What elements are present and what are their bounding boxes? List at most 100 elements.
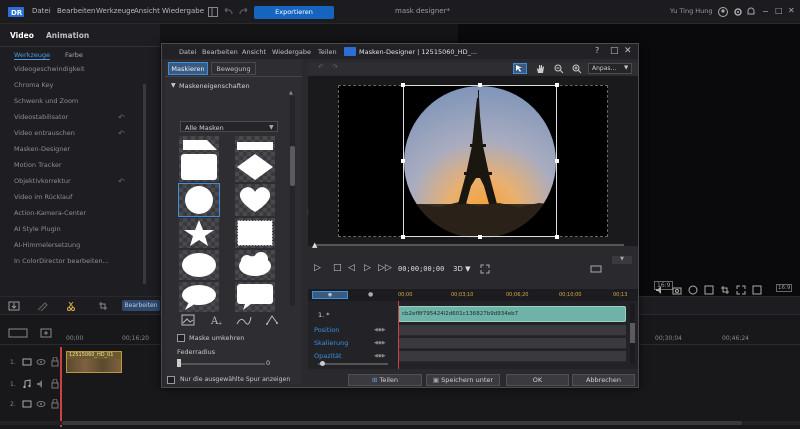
detach-icon[interactable]: [752, 285, 762, 295]
resize-handle[interactable]: [555, 159, 559, 163]
cancel-button[interactable]: Abbrechen: [572, 374, 635, 386]
visibility-icon[interactable]: [36, 357, 46, 367]
layout-icon[interactable]: [208, 7, 218, 17]
expand-keyframes-icon[interactable]: ▼: [612, 256, 632, 264]
keyframe-nav-icon[interactable]: ◀◆▶: [374, 327, 386, 333]
only-selected-checkbox[interactable]: [167, 376, 175, 384]
prop-opacity[interactable]: Opazität: [314, 352, 342, 360]
feather-slider[interactable]: [179, 363, 265, 365]
mask-shape-cloud[interactable]: [235, 250, 275, 280]
visibility-icon[interactable]: [36, 399, 46, 409]
mask-shape-star[interactable]: [179, 218, 219, 248]
settings-icon[interactable]: [733, 6, 743, 17]
account-icon[interactable]: [718, 6, 728, 17]
mask-shape-speech-bubble[interactable]: [235, 282, 275, 312]
zoom-out-icon[interactable]: [553, 63, 565, 74]
subtab-color[interactable]: Farbe: [65, 51, 83, 59]
keyframe-nav-icon[interactable]: ◀◆▶: [374, 353, 386, 359]
mask-shape-rounded-rect[interactable]: [179, 152, 219, 182]
undo-icon[interactable]: [224, 7, 234, 17]
invert-mask-checkbox[interactable]: [177, 334, 185, 342]
volume-icon[interactable]: [655, 285, 665, 295]
dlg-menu-view[interactable]: Ansicht: [242, 48, 266, 56]
effect-chroma-key[interactable]: Chroma Key: [14, 81, 53, 89]
zoom-slider[interactable]: [318, 363, 388, 365]
user-name[interactable]: Yu Ting Hung: [670, 7, 713, 15]
effect-denoise[interactable]: Video entrauschen: [14, 129, 75, 137]
keyframe-scrollbar[interactable]: [630, 303, 635, 363]
timeline-mode-icon[interactable]: [8, 328, 28, 338]
effect-motion-tracker[interactable]: Motion Tracker: [14, 161, 62, 169]
effect-ai-sky[interactable]: AI-Himmelersetzung: [14, 241, 80, 249]
tab-video[interactable]: Video: [10, 31, 34, 40]
undo-icon[interactable]: ↶: [318, 63, 324, 71]
scroll-up-icon[interactable]: ▲: [289, 90, 293, 96]
reset-icon[interactable]: ↶: [118, 129, 125, 138]
tab-mask[interactable]: Maskieren: [168, 62, 208, 75]
menu-file[interactable]: Datei: [32, 7, 51, 15]
share-button[interactable]: ⊞ Teilen: [348, 374, 422, 386]
add-track-icon[interactable]: [40, 328, 52, 338]
path-mask-icon[interactable]: [265, 314, 279, 326]
keyframe-nav-icon[interactable]: ◀◆▶: [374, 340, 386, 346]
tab-motion[interactable]: Bewegung: [211, 62, 256, 75]
resize-handle[interactable]: [401, 235, 405, 239]
prev-frame-icon[interactable]: ◁: [348, 263, 355, 273]
pen-icon[interactable]: [36, 301, 48, 311]
menu-tools[interactable]: Werkzeuge: [96, 7, 135, 15]
menu-view[interactable]: Ansicht: [134, 7, 160, 15]
mask-shape-speech-cloud[interactable]: [179, 282, 219, 312]
dlg-menu-file[interactable]: Datei: [179, 48, 196, 56]
video-frame[interactable]: [338, 83, 608, 239]
resize-handle[interactable]: [401, 159, 405, 163]
export-button[interactable]: Exportieren: [254, 6, 334, 19]
prop-position[interactable]: Position: [314, 326, 339, 334]
import-icon[interactable]: [8, 301, 20, 311]
mask-filter-dropdown[interactable]: Alle Masken ▼: [180, 121, 278, 132]
save-as-button[interactable]: ▣ Speichern unter: [426, 374, 500, 386]
3d-mode-dropdown[interactable]: 3D ▼: [453, 265, 470, 273]
collapse-icon[interactable]: ▼: [171, 82, 176, 89]
resize-handle[interactable]: [478, 83, 482, 87]
mute-icon[interactable]: [36, 379, 46, 389]
effect-mask-designer[interactable]: Masken-Designer: [14, 145, 70, 153]
lock-icon[interactable]: [50, 357, 60, 367]
mask-shape-heart[interactable]: [235, 184, 275, 216]
subtab-tools[interactable]: Werkzeuge: [14, 51, 51, 60]
playback-scrubber[interactable]: [314, 244, 624, 246]
dlg-menu-edit[interactable]: Bearbeiten: [202, 48, 238, 56]
hand-tool-icon[interactable]: [534, 63, 546, 74]
mask-track-clip[interactable]: cb2ef8f795424l2d601c136827b9d934eb7: [398, 306, 626, 322]
zoom-fit-dropdown[interactable]: Anpas... ▼: [588, 63, 632, 74]
opacity-track[interactable]: [398, 351, 626, 362]
effect-stabilizer[interactable]: Videostabilisator: [14, 113, 68, 121]
scale-track[interactable]: [398, 338, 626, 349]
close-icon[interactable]: ✕: [788, 6, 795, 15]
timeline-scrollbar[interactable]: [0, 421, 800, 425]
effect-pan-zoom[interactable]: Schwenk und Zoom: [14, 97, 78, 105]
select-tool-icon[interactable]: [513, 63, 527, 74]
resize-handle[interactable]: [401, 83, 405, 87]
video-clip[interactable]: 12515060_HD_01: [66, 351, 122, 373]
reset-icon[interactable]: ↶: [118, 113, 125, 122]
fullscreen-icon[interactable]: [736, 285, 746, 295]
mask-grid-scrollbar[interactable]: [290, 96, 295, 306]
mask-shape-diamond[interactable]: [235, 152, 275, 182]
dlg-menu-playback[interactable]: Wiedergabe: [272, 48, 311, 56]
mask-shape-burst[interactable]: [179, 250, 219, 280]
mask-shape-stamp[interactable]: [235, 218, 275, 248]
scrollbar[interactable]: [143, 84, 146, 284]
effect-reverse[interactable]: Video im Rücklauf: [14, 193, 72, 201]
scrubber-handle[interactable]: ▲: [312, 241, 317, 249]
tab-animation[interactable]: Animation: [46, 31, 89, 40]
close-icon[interactable]: ✕: [624, 46, 632, 56]
reset-icon[interactable]: ↶: [118, 177, 125, 186]
next-frame-icon[interactable]: ▷: [364, 263, 371, 273]
effect-ai-style[interactable]: AI Style Plugin: [14, 225, 61, 233]
keyframe-mode-toggle[interactable]: ◉: [312, 291, 348, 299]
crop-icon[interactable]: [98, 301, 108, 311]
minimize-icon[interactable]: −: [762, 7, 769, 16]
maximize-icon[interactable]: □: [610, 46, 619, 56]
ok-button[interactable]: OK: [506, 374, 569, 386]
crop-icon[interactable]: [720, 285, 730, 295]
